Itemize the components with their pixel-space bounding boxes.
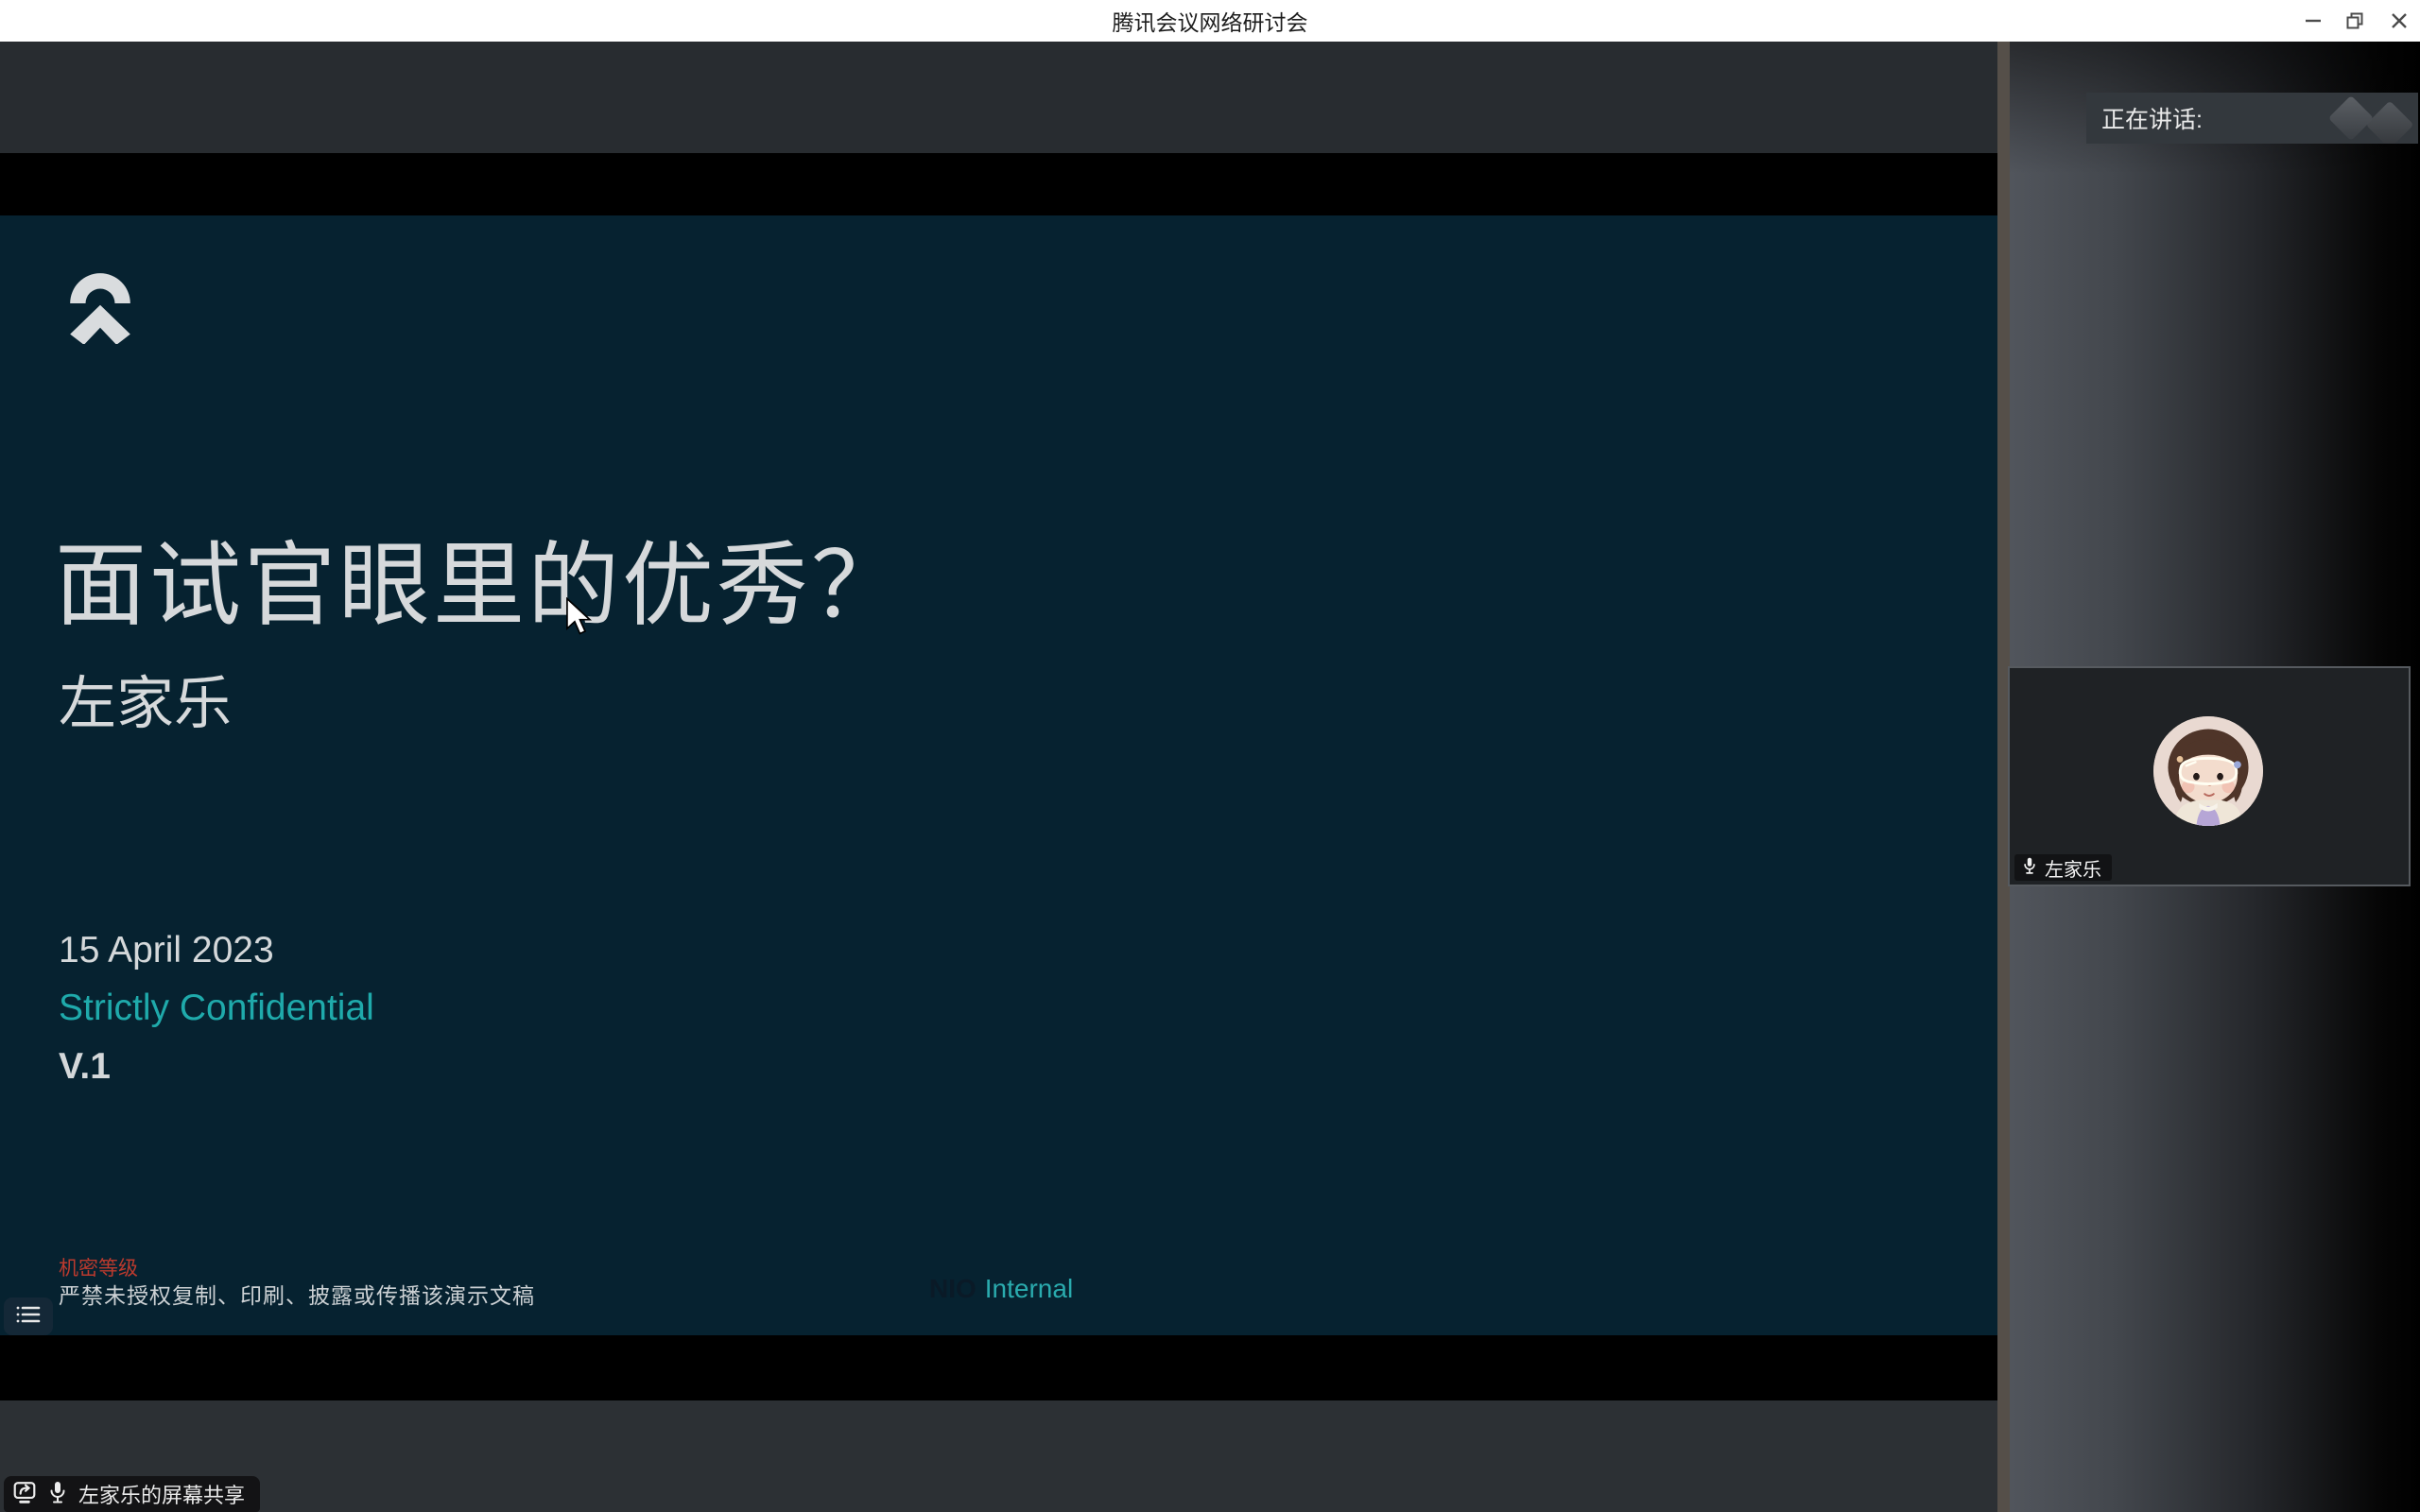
screen-share-banner: 左家乐的屏幕共享	[4, 1476, 260, 1512]
nio-logo-icon	[59, 263, 142, 344]
thumbnail-panel-toggle[interactable]	[4, 1297, 53, 1335]
presenter-cursor-icon	[565, 597, 594, 635]
webinar-side-panel: 正在讲话:	[1997, 42, 2420, 1512]
slide-date: 15 April 2023	[59, 930, 274, 971]
meeting-logo-watermark-icon	[2366, 101, 2414, 144]
slide-version: V.1	[59, 1046, 111, 1088]
participant-name-tag: 左家乐	[2014, 854, 2112, 881]
screen-share-banner-text: 左家乐的屏幕共享	[78, 1479, 245, 1509]
microphone-icon	[2021, 856, 2038, 880]
list-icon	[15, 1303, 42, 1331]
restore-icon	[2345, 11, 2364, 30]
window-title: 腾讯会议网络研讨会	[1113, 5, 1308, 37]
minimize-button[interactable]	[2292, 0, 2334, 42]
meeting-window: 腾讯会议网络研讨会	[0, 0, 2420, 1512]
slide-confidential-label: Strictly Confidential	[59, 988, 374, 1029]
stage-bottom-bar	[0, 1400, 1997, 1512]
shared-screen-stage: 面试官眼里的优秀？ 左家乐 15 April 2023 Strictly Con…	[0, 42, 1997, 1512]
participant-video-tile[interactable]: 左家乐	[2008, 666, 2411, 886]
close-icon	[2390, 11, 2409, 30]
classification-note: 严禁未授权复制、印刷、披露或传播该演示文稿	[59, 1278, 535, 1310]
footer-scope-text: Internal	[985, 1274, 1073, 1303]
close-button[interactable]	[2378, 0, 2420, 42]
speaking-label: 正在讲话:	[2101, 101, 2203, 135]
footer-brand-text: NIO	[929, 1274, 977, 1303]
restore-button[interactable]	[2334, 0, 2376, 42]
slide-footer-brand: NIO Internal	[929, 1274, 1073, 1304]
letterbox-bottom	[0, 1335, 1997, 1400]
participant-avatar	[2153, 716, 2263, 826]
minimize-icon	[2304, 11, 2323, 30]
screen-share-icon	[12, 1480, 37, 1509]
meeting-logo-watermark-icon	[2328, 95, 2374, 141]
participant-name: 左家乐	[2045, 854, 2101, 882]
presentation-slide: 面试官眼里的优秀？ 左家乐 15 April 2023 Strictly Con…	[0, 215, 1997, 1335]
slide-title: 面试官眼里的优秀？	[55, 510, 906, 644]
slide-author: 左家乐	[59, 656, 232, 740]
active-speaker-bar: 正在讲话:	[2086, 93, 2418, 144]
window-titlebar: 腾讯会议网络研讨会	[0, 0, 2420, 42]
presenter-toolbar-band	[0, 42, 1997, 153]
microphone-icon	[46, 1480, 69, 1509]
letterbox-top	[0, 153, 1997, 215]
